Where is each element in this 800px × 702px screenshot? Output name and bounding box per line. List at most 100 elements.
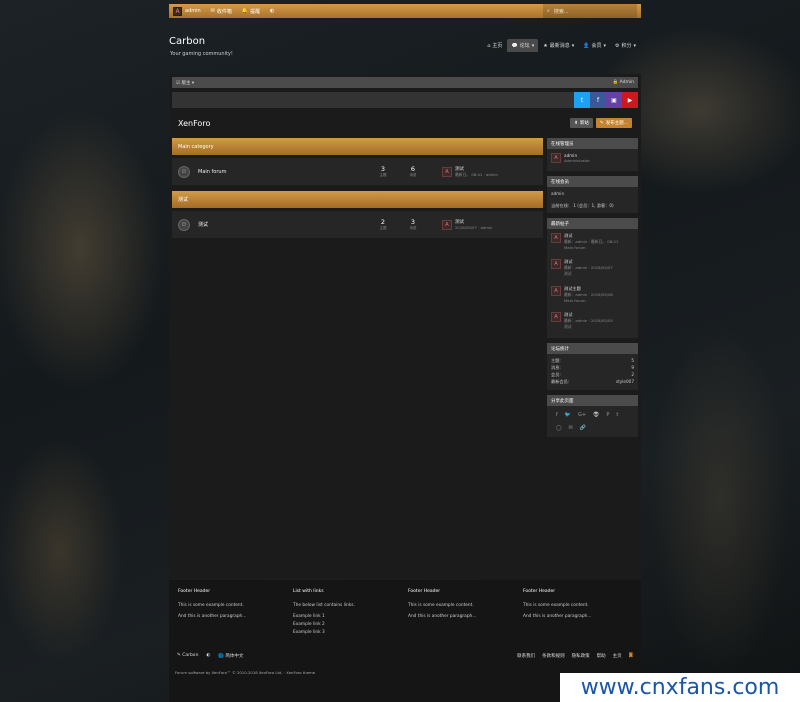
whatsapp-icon[interactable]: ◯ bbox=[556, 425, 562, 431]
tab-credits[interactable]: ⚙ 积分 ▾ bbox=[611, 39, 640, 52]
gear-icon: ⚙ bbox=[614, 42, 620, 49]
newest-member[interactable]: style007 bbox=[616, 379, 634, 385]
watermark: www.cnxfans.com bbox=[560, 673, 800, 702]
email-icon[interactable]: ✉ bbox=[569, 425, 573, 431]
forum-status-icon: ⏻ bbox=[178, 165, 190, 178]
online-summary: 当前在线： 1 (会员：1, 游客：0) bbox=[551, 203, 614, 208]
footer-link-home[interactable]: 主页 bbox=[613, 653, 622, 659]
style-toggle[interactable]: ◐ bbox=[270, 8, 274, 14]
forum-title[interactable]: 测试 bbox=[198, 221, 368, 228]
online-user[interactable]: admin bbox=[551, 191, 634, 196]
rss-icon[interactable]: ◙ bbox=[629, 653, 633, 659]
pinterest-icon[interactable]: P bbox=[606, 412, 609, 418]
star-icon: ★ bbox=[543, 42, 548, 49]
block-title: 在线会员 bbox=[547, 176, 638, 187]
tab-whats-new[interactable]: ★ 最新消息 ▾ bbox=[539, 39, 578, 52]
avatar[interactable]: A bbox=[551, 312, 561, 322]
moderator-menu[interactable]: ☑ 版主 ▾ bbox=[176, 80, 194, 86]
latest-post[interactable]: A 测试 最新日。 08:41 · admin bbox=[442, 166, 498, 178]
latest-user[interactable]: admin bbox=[481, 225, 493, 230]
footer-column: Footer Header This is some example conte… bbox=[523, 589, 592, 619]
avatar[interactable]: A bbox=[551, 259, 561, 269]
username[interactable]: admin bbox=[185, 8, 201, 14]
copyright: Forum software by XenForo™ © 2010-2018 X… bbox=[175, 670, 316, 675]
list-item[interactable]: A 测试 最新：admin · 最新日。 08:41 Main forum bbox=[551, 233, 634, 250]
posts-count: 6 消息 bbox=[409, 165, 417, 177]
tumblr-icon[interactable]: t bbox=[616, 412, 618, 418]
admin-link[interactable]: 🔒 Admin bbox=[613, 80, 634, 85]
list-item[interactable]: A 测试 最新：admin · 2018/05/05 测试 bbox=[551, 312, 634, 330]
list-item[interactable]: A 测试 最新：admin · 2018/05/07 测试 bbox=[551, 259, 634, 277]
youtube-button[interactable]: ▶ bbox=[622, 92, 638, 108]
tab-home[interactable]: ⌂ 主页 bbox=[483, 39, 506, 52]
block-title: 最新帖子 bbox=[547, 218, 638, 229]
footer-column: Footer Header This is some example conte… bbox=[178, 589, 247, 619]
forum-row[interactable]: ⏻ 测试 2 主题 3 消息 A 测试 2018/05/07 · admin bbox=[172, 211, 543, 238]
latest-post[interactable]: A 测试 2018/05/07 · admin bbox=[442, 219, 492, 230]
latest-user[interactable]: admin bbox=[486, 172, 498, 177]
forum-row[interactable]: ⏻ Main forum 3 主题 6 消息 A 测试 最新日。 08:41 · a… bbox=[172, 158, 543, 185]
new-button[interactable]: ⬆ 新站 bbox=[570, 118, 593, 128]
facebook-icon[interactable]: f bbox=[556, 412, 558, 418]
avatar[interactable]: A bbox=[551, 233, 561, 243]
chevron-down-icon: ▾ bbox=[633, 42, 636, 49]
chat-icon: 💬 bbox=[511, 42, 518, 49]
footer-link-privacy[interactable]: 隐私政策 bbox=[572, 653, 590, 659]
avatar[interactable]: A bbox=[442, 166, 452, 177]
social-row: t f ▣ ▶ bbox=[172, 92, 638, 108]
user-menu[interactable]: A admin bbox=[173, 6, 201, 16]
avatar[interactable]: A bbox=[551, 286, 561, 296]
list-item[interactable]: A 测试主题 最新：admin · 2018/05/06 Main forum bbox=[551, 286, 634, 303]
footer-link[interactable]: Example link 1 bbox=[293, 614, 408, 619]
sidebar: 在线管理员 A admin Administrator 在线会员 admin 当前… bbox=[547, 138, 638, 442]
twitter-icon[interactable]: 🐦 bbox=[565, 412, 571, 418]
category-header[interactable]: Main category bbox=[172, 138, 543, 155]
staff-online-block: 在线管理员 A admin Administrator bbox=[547, 138, 638, 171]
toggle-icon: ◐ bbox=[270, 8, 275, 14]
home-icon: ⌂ bbox=[487, 42, 491, 49]
search-input[interactable]: ⌕ 搜索... bbox=[543, 4, 637, 18]
footer-link-help[interactable]: 帮助 bbox=[597, 653, 606, 659]
bell-icon: 🔔 bbox=[241, 8, 249, 14]
forum-title[interactable]: Main forum bbox=[198, 169, 368, 175]
language-chooser[interactable]: 🌐 简体中文 bbox=[218, 653, 243, 659]
latest-meta: 最新日。 08:41 · admin bbox=[455, 171, 498, 177]
forum-stats-block: 论坛统计 主题: 5 消息: 9 会员: 2 最新会员: style007 bbox=[547, 343, 638, 390]
edit-icon: ✎ bbox=[599, 120, 604, 126]
latest-posts-block: 最新帖子 A 测试 最新：admin · 最新日。 08:41 Main forum… bbox=[547, 218, 638, 338]
user-icon: 👤 bbox=[583, 42, 590, 49]
latest-meta: 2018/05/07 · admin bbox=[455, 225, 493, 230]
search-icon: ⌕ bbox=[547, 8, 550, 14]
chevron-down-icon: ▾ bbox=[571, 42, 575, 49]
avatar[interactable]: A bbox=[442, 219, 452, 230]
footer-link-terms[interactable]: 条款和规则 bbox=[542, 653, 565, 659]
google-plus-icon[interactable]: G+ bbox=[578, 412, 586, 418]
footer-link[interactable]: Example link 3 bbox=[293, 630, 408, 635]
alerts-link[interactable]: 🔔 提醒 bbox=[242, 8, 260, 15]
footer-column: List with links The below list contains … bbox=[293, 589, 408, 638]
facebook-icon: f bbox=[596, 96, 600, 104]
avatar[interactable]: A bbox=[551, 153, 561, 163]
twitter-button[interactable]: t bbox=[574, 92, 590, 108]
twitch-button[interactable]: ▣ bbox=[606, 92, 622, 108]
link-icon[interactable]: 🔗 bbox=[580, 425, 586, 431]
category-header[interactable]: 测试 bbox=[172, 191, 543, 208]
footer-link[interactable]: Example link 2 bbox=[293, 622, 408, 627]
chevron-down-icon: ▾ bbox=[531, 42, 535, 49]
reddit-icon[interactable]: 👽 bbox=[593, 412, 599, 418]
toggle-icon[interactable]: ◐ bbox=[206, 653, 210, 658]
inbox-link[interactable]: ✉ 收件箱 bbox=[211, 8, 232, 15]
footer-link-contact[interactable]: 联系我们 bbox=[517, 653, 535, 659]
chevron-down-icon: ▾ bbox=[603, 42, 606, 49]
tab-forums[interactable]: 💬 论坛 ▾ bbox=[507, 39, 539, 52]
site-title[interactable]: Carbon bbox=[169, 36, 205, 47]
footer-column: Footer Header This is some example conte… bbox=[408, 589, 477, 619]
style-chooser[interactable]: ✎ Carbon bbox=[177, 653, 198, 658]
youtube-icon: ▶ bbox=[627, 96, 633, 104]
main-nav: ⌂ 主页 💬 论坛 ▾ ★ 最新消息 ▾ 👤 会员 ▾ ⚙ 积分 ▾ bbox=[483, 39, 640, 52]
post-thread-button[interactable]: ✎ 发布主题... bbox=[595, 118, 632, 128]
tab-members[interactable]: 👤 会员 ▾ bbox=[579, 39, 610, 52]
footer-bar: ✎ Carbon ◐ 🌐 简体中文 联系我们 条款和规则 隐私政策 帮助 主页 … bbox=[169, 649, 641, 662]
facebook-button[interactable]: f bbox=[590, 92, 606, 108]
avatar[interactable]: A bbox=[173, 6, 182, 16]
